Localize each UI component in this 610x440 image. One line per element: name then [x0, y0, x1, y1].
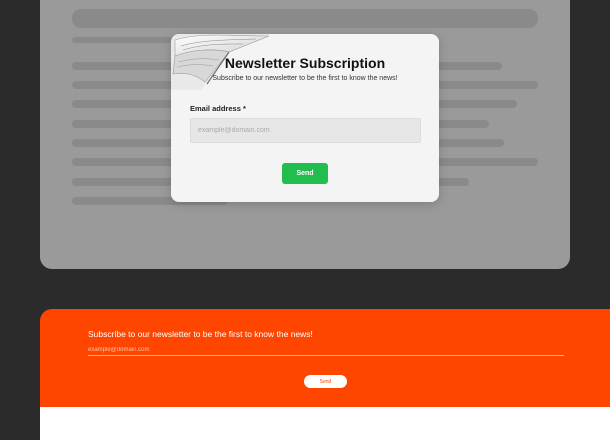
- embed-footer-area: [40, 407, 610, 440]
- embed-send-button[interactable]: Send: [304, 375, 347, 388]
- embed-text: Subscribe to our newsletter to be the fi…: [88, 329, 313, 339]
- modal-subtitle: Subscribe to our newsletter to be the fi…: [212, 75, 398, 82]
- newsletter-modal: Newsletter Subscription Subscribe to our…: [171, 34, 439, 202]
- embed-email-field[interactable]: [88, 344, 564, 356]
- email-label: Email address *: [190, 104, 246, 113]
- email-field[interactable]: [190, 118, 421, 143]
- newsletter-embed: Subscribe to our newsletter to be the fi…: [40, 309, 610, 440]
- send-button[interactable]: Send: [282, 163, 328, 184]
- placeholder-heading: [72, 9, 538, 28]
- modal-title: Newsletter Subscription: [224, 55, 386, 71]
